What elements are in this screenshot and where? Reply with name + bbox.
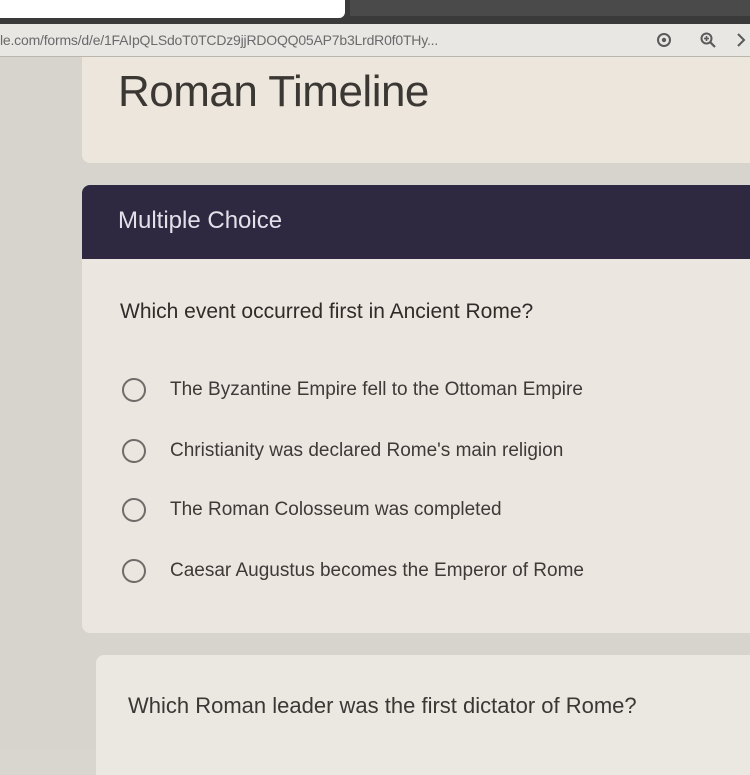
answer-option-1[interactable]: The Byzantine Empire fell to the Ottoman… xyxy=(122,375,722,405)
radio-button[interactable] xyxy=(122,559,146,583)
form-title: Roman Timeline xyxy=(118,67,429,116)
browser-tab-strip xyxy=(350,0,750,16)
location-icon[interactable] xyxy=(654,30,674,50)
browser-tab-active[interactable] xyxy=(0,0,345,18)
radio-button[interactable] xyxy=(122,378,146,402)
answer-option-4[interactable]: Caesar Augustus becomes the Emperor of R… xyxy=(122,556,722,586)
option-label: The Byzantine Empire fell to the Ottoman… xyxy=(170,379,583,400)
next-question-text: Which Roman leader was the first dictato… xyxy=(128,693,637,718)
answer-option-3[interactable]: The Roman Colosseum was completed xyxy=(122,495,722,525)
browser-tab-bar xyxy=(0,0,750,24)
next-question-card: Which Roman leader was the first dictato… xyxy=(96,655,750,775)
form-page: Roman Timeline Multiple Choice Which eve… xyxy=(0,57,750,775)
option-label: Caesar Augustus becomes the Emperor of R… xyxy=(170,560,584,581)
zoom-icon[interactable] xyxy=(698,30,718,50)
section-header: Multiple Choice xyxy=(82,185,750,259)
url-text[interactable]: le.com/forms/d/e/1FAIpQLSdoT0TCDz9jjRDOQ… xyxy=(0,32,640,48)
radio-button[interactable] xyxy=(122,439,146,463)
radio-button[interactable] xyxy=(122,498,146,522)
form-title-card: Roman Timeline xyxy=(82,57,750,163)
extension-icon[interactable] xyxy=(734,30,750,50)
question-text: Which event occurred first in Ancient Ro… xyxy=(120,300,534,323)
option-label: The Roman Colosseum was completed xyxy=(170,499,502,520)
option-label: Christianity was declared Rome's main re… xyxy=(170,440,564,461)
answer-option-2[interactable]: Christianity was declared Rome's main re… xyxy=(122,436,722,466)
address-bar[interactable]: le.com/forms/d/e/1FAIpQLSdoT0TCDz9jjRDOQ… xyxy=(0,24,750,57)
section-title: Multiple Choice xyxy=(118,207,283,234)
section-card: Multiple Choice Which event occurred fir… xyxy=(82,185,750,633)
